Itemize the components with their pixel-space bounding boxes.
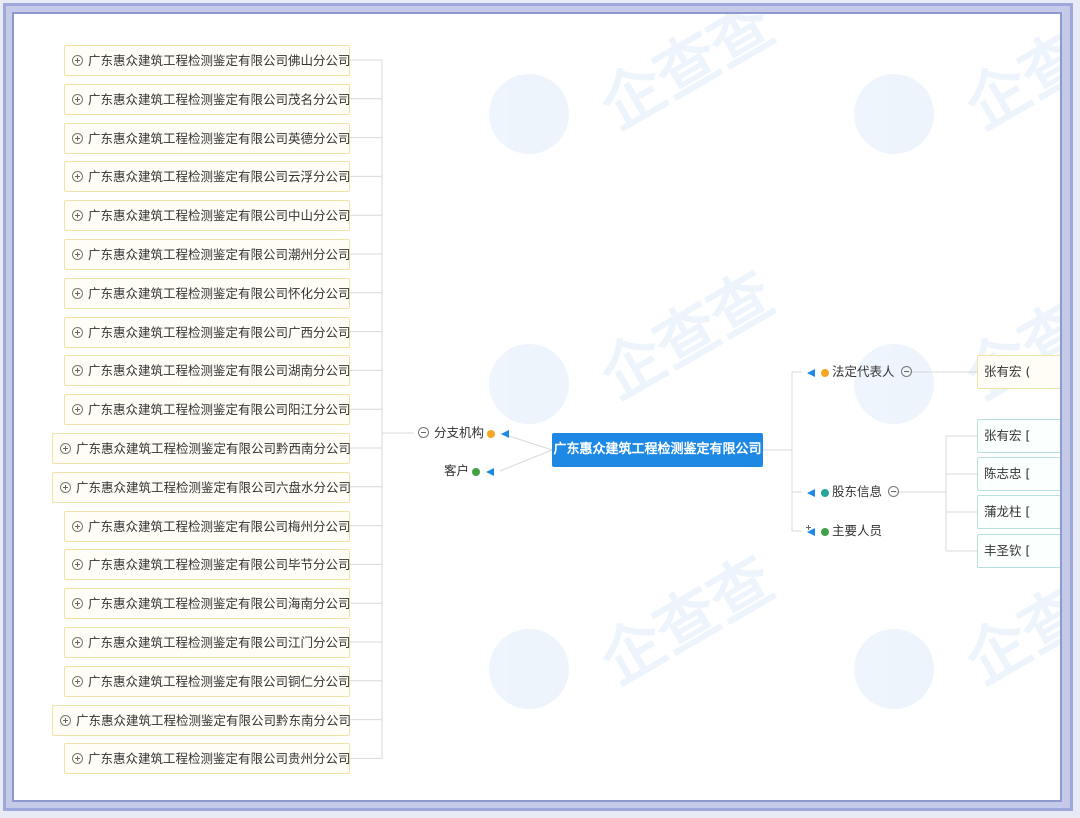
branch-node-label: 广东惠众建筑工程检测鉴定有限公司铜仁分公司 — [88, 673, 351, 689]
branch-node[interactable]: 广东惠众建筑工程检测鉴定有限公司毕节分公司 — [64, 549, 351, 581]
branch-node-label: 广东惠众建筑工程检测鉴定有限公司黔西南分公司 — [76, 441, 352, 456]
category-shareholders[interactable]: 股东信息 — [804, 484, 904, 500]
branch-node-label: 广东惠众建筑工程检测鉴定有限公司英德分公司 — [88, 130, 351, 146]
shareholder-node[interactable]: 蒲龙柱 [ — [977, 495, 1060, 529]
orange-dot-icon — [487, 429, 496, 438]
branch-node[interactable]: 广东惠众建筑工程检测鉴定有限公司云浮分公司 — [64, 161, 351, 193]
category-key-personnel[interactable]: 主要人员 — [804, 523, 888, 539]
expand-icon[interactable] — [72, 753, 83, 765]
branch-node[interactable]: 广东惠众建筑工程检测鉴定有限公司怀化分公司 — [64, 277, 351, 309]
expand-icon[interactable] — [60, 443, 71, 454]
green-dot-icon — [821, 527, 829, 536]
expand-icon[interactable] — [72, 404, 83, 416]
expand-icon[interactable] — [72, 55, 83, 66]
expand-icon[interactable] — [72, 598, 83, 610]
branch-node[interactable]: 广东惠众建筑工程检测鉴定有限公司茂名分公司 — [64, 83, 351, 115]
branch-node[interactable]: 广东惠众建筑工程检测鉴定有限公司阳江分公司 — [64, 394, 351, 426]
mindmap-canvas: 企查查 企查查 企查查 企查查 企查查 企查查 广东惠众建筑工程检测鉴定有限公司… — [12, 12, 1062, 802]
branch-node[interactable]: 广东惠众建筑工程检测鉴定有限公司湖南分公司 — [64, 355, 351, 387]
shareholder-node[interactable]: 陈志忠 [ — [977, 457, 1060, 491]
shareholder-node[interactable]: 丰圣钦 [ — [977, 534, 1060, 568]
branch-node-label: 广东惠众建筑工程检测鉴定有限公司茂名分公司 — [88, 91, 351, 107]
branch-node[interactable]: 广东惠众建筑工程检测鉴定有限公司广西分公司 — [64, 316, 351, 348]
branch-node-label: 广东惠众建筑工程检测鉴定有限公司黔东南分公司 — [76, 712, 352, 728]
branch-node-label: 广东惠众建筑工程检测鉴定有限公司梅州分公司 — [88, 518, 351, 534]
branch-node-label: 广东惠众建筑工程检测鉴定有限公司佛山分公司 — [88, 53, 351, 68]
collapse-icon[interactable] — [418, 427, 429, 438]
category-shareholders-label: 股东信息 — [832, 484, 883, 499]
branch-node[interactable]: 广东惠众建筑工程检测鉴定有限公司铜仁分公司 — [64, 665, 351, 697]
branch-node-label: 广东惠众建筑工程检测鉴定有限公司广西分公司 — [88, 324, 351, 340]
expand-icon[interactable] — [72, 171, 83, 183]
arrow-left-icon — [501, 429, 510, 438]
branch-node[interactable]: 广东惠众建筑工程检测鉴定有限公司佛山分公司 — [64, 45, 351, 76]
branch-node[interactable]: 广东惠众建筑工程检测鉴定有限公司中山分公司 — [64, 200, 351, 232]
branch-node[interactable]: 广东惠众建筑工程检测鉴定有限公司江门分公司 — [64, 627, 351, 658]
arrow-left-icon — [807, 488, 815, 497]
expand-icon[interactable] — [72, 637, 83, 648]
collapse-icon[interactable] — [900, 366, 912, 377]
category-customers[interactable]: 客户 — [444, 463, 497, 479]
expand-icon[interactable] — [72, 326, 83, 338]
branch-node-label: 广东惠众建筑工程检测鉴定有限公司潮州分公司 — [88, 247, 351, 262]
branch-node[interactable]: 广东惠众建筑工程检测鉴定有限公司黔西南分公司 — [52, 433, 352, 464]
teal-dot-icon — [821, 488, 829, 497]
expand-icon[interactable] — [60, 481, 71, 493]
branch-node-label: 广东惠众建筑工程检测鉴定有限公司云浮分公司 — [88, 169, 351, 185]
branch-node[interactable]: 广东惠众建筑工程检测鉴定有限公司潮州分公司 — [64, 239, 351, 270]
branch-node-label: 广东惠众建筑工程检测鉴定有限公司湖南分公司 — [88, 363, 351, 379]
branch-node-label: 广东惠众建筑工程检测鉴定有限公司六盘水分公司 — [76, 479, 352, 495]
expand-icon[interactable] — [72, 132, 83, 144]
arrow-left-icon — [486, 467, 495, 476]
arrow-left-icon — [807, 368, 815, 377]
branch-node-label: 广东惠众建筑工程检测鉴定有限公司阳江分公司 — [88, 402, 351, 418]
category-legal-rep-label: 法定代表人 — [832, 364, 895, 379]
expand-icon[interactable] — [72, 520, 83, 532]
category-key-personnel-label: 主要人员 — [832, 523, 883, 538]
category-legal-rep[interactable]: 法定代表人 — [804, 364, 917, 380]
orange-dot-icon — [821, 368, 829, 377]
branch-node[interactable]: 广东惠众建筑工程检测鉴定有限公司贵州分公司 — [64, 743, 351, 775]
branch-node-label: 广东惠众建筑工程检测鉴定有限公司中山分公司 — [88, 208, 351, 224]
category-branches[interactable]: 分支机构 — [418, 425, 512, 441]
category-branches-label: 分支机构 — [434, 425, 485, 440]
expand-icon[interactable] — [72, 559, 83, 571]
branch-node-label: 广东惠众建筑工程检测鉴定有限公司贵州分公司 — [88, 751, 351, 767]
center-company-node[interactable]: 广东惠众建筑工程检测鉴定有限公司 — [552, 433, 763, 467]
expand-icon[interactable] — [60, 714, 71, 726]
legal-rep-node[interactable]: 张有宏 ( — [977, 355, 1060, 389]
shareholder-node[interactable]: 张有宏 [ — [977, 419, 1060, 453]
green-dot-icon — [472, 467, 481, 476]
collapse-icon[interactable] — [888, 486, 900, 497]
expand-icon[interactable] — [72, 675, 83, 687]
expand-icon[interactable] — [72, 93, 83, 105]
branch-node-label: 广东惠众建筑工程检测鉴定有限公司毕节分公司 — [88, 557, 351, 573]
branch-node[interactable]: 广东惠众建筑工程检测鉴定有限公司海南分公司 — [64, 588, 351, 620]
expand-icon[interactable] — [72, 210, 83, 222]
expand-icon[interactable] — [72, 365, 83, 377]
expand-icon[interactable] — [72, 287, 83, 299]
branch-node-label: 广东惠众建筑工程检测鉴定有限公司海南分公司 — [88, 596, 351, 612]
branch-node[interactable]: 广东惠众建筑工程检测鉴定有限公司英德分公司 — [64, 122, 351, 154]
branch-node-label: 广东惠众建筑工程检测鉴定有限公司江门分公司 — [88, 635, 351, 650]
branch-node[interactable]: 广东惠众建筑工程检测鉴定有限公司梅州分公司 — [64, 510, 351, 542]
branch-node[interactable]: 广东惠众建筑工程检测鉴定有限公司黔东南分公司 — [52, 704, 352, 736]
branch-node[interactable]: 广东惠众建筑工程检测鉴定有限公司六盘水分公司 — [52, 471, 352, 503]
branch-node-label: 广东惠众建筑工程检测鉴定有限公司怀化分公司 — [88, 285, 351, 301]
expand-icon[interactable] — [72, 249, 83, 260]
